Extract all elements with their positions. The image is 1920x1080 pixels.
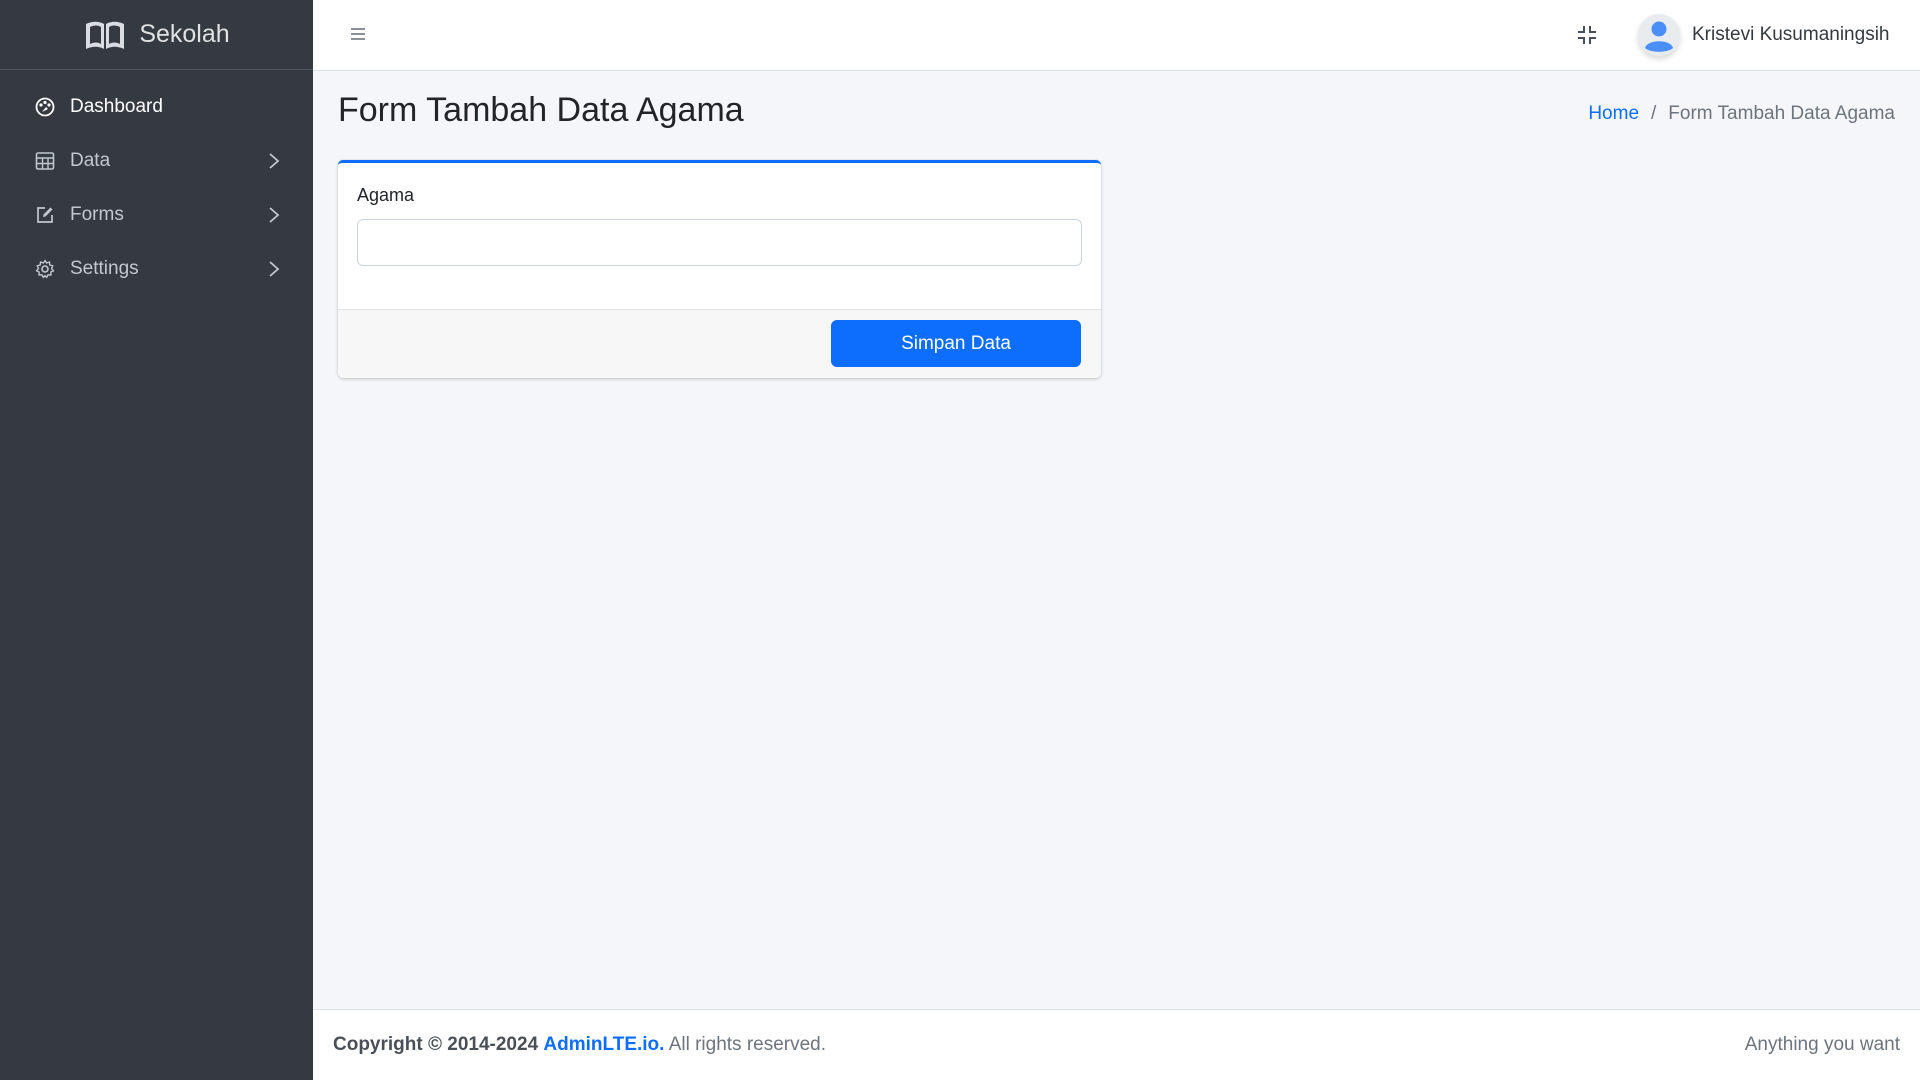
gear-icon [34, 258, 56, 280]
user-avatar-icon [1638, 14, 1680, 56]
sidebar: Sekolah Dashboard Data Forms Settings [0, 0, 313, 1080]
fullscreen-exit-icon[interactable] [1574, 22, 1600, 48]
hamburger-icon[interactable] [349, 24, 367, 44]
brand-link[interactable]: Sekolah [0, 0, 313, 70]
sidebar-nav: Dashboard Data Forms Settings [0, 70, 313, 296]
adminlte-link[interactable]: AdminLTE.io. [543, 1034, 664, 1055]
user-menu[interactable]: Kristevi Kusumaningsih [1638, 10, 1889, 60]
card-footer: Simpan Data [338, 309, 1101, 378]
breadcrumb-current: Form Tambah Data Agama [1668, 103, 1895, 124]
palette-icon [34, 96, 56, 118]
sidebar-item-forms[interactable]: Forms [0, 188, 313, 242]
book-open-icon [83, 18, 127, 52]
copyright-text: Copyright © 2014-2024 [333, 1034, 539, 1055]
brand-name: Sekolah [139, 20, 230, 48]
sidebar-item-data[interactable]: Data [0, 134, 313, 188]
breadcrumb-home-link[interactable]: Home [1588, 103, 1639, 125]
chevron-right-icon [267, 207, 281, 223]
footer-right-text: Anything you want [1744, 1034, 1900, 1055]
agama-input[interactable] [357, 219, 1082, 266]
sidebar-item-dashboard[interactable]: Dashboard [0, 80, 313, 134]
page-footer: Copyright © 2014-2024 AdminLTE.io. All r… [313, 1009, 1920, 1080]
pencil-square-icon [34, 204, 56, 226]
sidebar-item-label: Dashboard [70, 96, 163, 117]
table-icon [34, 150, 56, 172]
breadcrumb-separator: / [1651, 103, 1657, 124]
chevron-right-icon [267, 153, 281, 169]
topbar: Kristevi Kusumaningsih [313, 0, 1920, 71]
footer-copyright: Copyright © 2014-2024 AdminLTE.io. All r… [333, 1034, 826, 1056]
breadcrumb: Home / Form Tambah Data Agama [1588, 103, 1895, 125]
user-name: Kristevi Kusumaningsih [1692, 24, 1890, 45]
card-body: Agama [338, 163, 1101, 309]
sidebar-item-label: Data [70, 150, 111, 171]
rights-text: All rights reserved. [668, 1034, 827, 1055]
form-card: Agama Simpan Data [338, 160, 1101, 378]
simpan-data-button[interactable]: Simpan Data [831, 320, 1081, 367]
sidebar-item-label: Settings [70, 258, 139, 279]
chevron-right-icon [267, 261, 281, 277]
main-content: Form Tambah Data Agama Home / Form Tamba… [313, 71, 1920, 1009]
sidebar-item-label: Forms [70, 204, 124, 225]
sidebar-item-settings[interactable]: Settings [0, 242, 313, 296]
agama-label: Agama [357, 185, 415, 205]
page-title: Form Tambah Data Agama [338, 91, 744, 129]
